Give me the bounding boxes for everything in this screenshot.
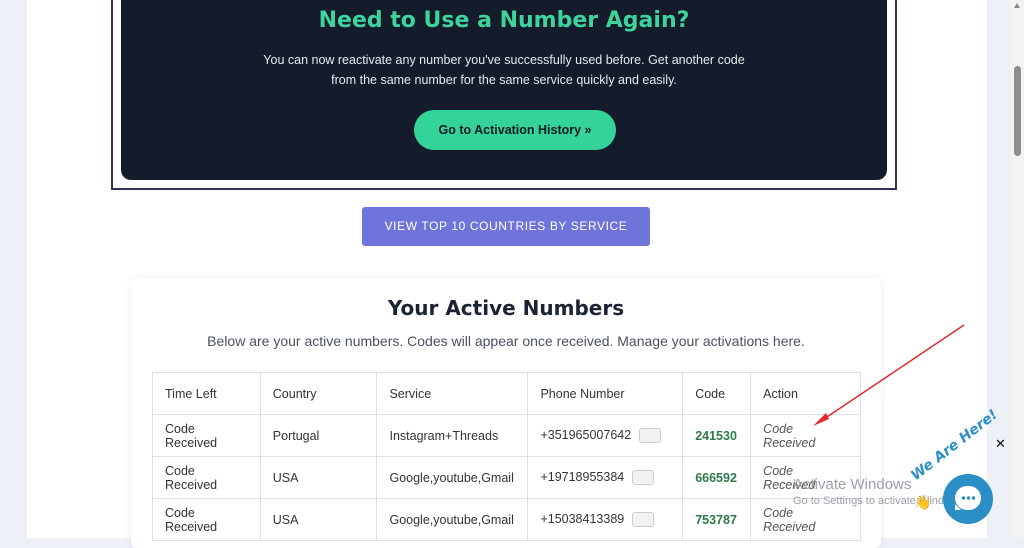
country-cell: USA — [259, 456, 378, 499]
phone-number: +351965007642 — [540, 427, 632, 442]
column-header-action: Action — [750, 372, 861, 415]
country-cell: USA — [259, 498, 378, 541]
column-header-phone-number: Phone Number — [527, 372, 684, 415]
watermark-subtitle: Go to Settings to activate Windows. — [793, 495, 967, 507]
waving-hand-icon: 👋 — [914, 495, 932, 511]
phone-number: +19718955384 — [540, 469, 625, 484]
phone-number-cell: +15038413389 — [527, 498, 684, 541]
activation-history-button[interactable]: Go to Activation History » — [414, 110, 616, 150]
section-title: Your Active Numbers — [387, 296, 625, 320]
time-left-cell: Code Received — [152, 414, 261, 457]
banner-title: Need to Use a Number Again? — [318, 8, 690, 33]
banner-description: You can now reactivate any number you've… — [263, 53, 745, 87]
country-cell: Portugal — [259, 414, 378, 457]
reactivation-banner: Need to Use a Number Again? You can now … — [121, 0, 887, 180]
table-header-row: Time Left Country Service Phone Number C… — [152, 372, 861, 415]
section-subtitle: Below are your active numbers. Codes wil… — [207, 333, 805, 349]
chat-bubble-tail-icon — [955, 504, 961, 510]
vertical-scrollbar[interactable] — [1011, 0, 1024, 538]
code-cell: 666592 — [682, 456, 752, 499]
watermark-title: Activate Windows — [793, 476, 912, 493]
copy-phone-button[interactable] — [639, 428, 662, 444]
column-header-country: Country — [259, 372, 378, 415]
scrollbar-thumb[interactable] — [1014, 66, 1021, 156]
table-row: Code Received Portugal Instagram+Threads… — [152, 414, 861, 457]
copy-phone-button[interactable] — [632, 512, 655, 528]
column-header-time-left: Time Left — [152, 372, 261, 415]
copy-phone-button[interactable] — [632, 470, 655, 486]
table-row: Code Received USA Google,youtube,Gmail +… — [152, 456, 861, 499]
service-cell: Google,youtube,Gmail — [376, 498, 529, 541]
view-top-10-countries-button[interactable]: VIEW TOP 10 COUNTRIES BY SERVICE — [362, 207, 650, 246]
service-cell: Google,youtube,Gmail — [376, 456, 529, 499]
column-header-service: Service — [376, 372, 529, 415]
time-left-cell: Code Received — [152, 456, 261, 499]
code-cell: 753787 — [682, 498, 752, 541]
chat-dots-icon — [961, 496, 975, 500]
time-left-cell: Code Received — [152, 498, 261, 541]
phone-number: +15038413389 — [540, 511, 625, 526]
reactivation-banner-frame: Need to Use a Number Again? You can now … — [111, 0, 897, 190]
service-cell: Instagram+Threads — [376, 414, 529, 457]
scroll-up-arrow-icon[interactable] — [1014, 3, 1020, 8]
table-row: Code Received USA Google,youtube,Gmail +… — [152, 498, 861, 541]
chat-widget-button[interactable] — [943, 474, 993, 524]
code-cell: 241530 — [682, 414, 752, 457]
phone-number-cell: +351965007642 — [527, 414, 684, 457]
action-status: Code Received — [750, 414, 861, 457]
windows-activation-watermark: Activate Windows Go to Settings to activ… — [793, 476, 967, 507]
active-numbers-table: Time Left Country Service Phone Number C… — [152, 372, 861, 541]
close-chat-icon[interactable]: ✕ — [995, 437, 1006, 452]
phone-number-cell: +19718955384 — [527, 456, 684, 499]
active-numbers-card: Your Active Numbers Below are your activ… — [131, 278, 881, 548]
column-header-code: Code — [682, 372, 752, 415]
